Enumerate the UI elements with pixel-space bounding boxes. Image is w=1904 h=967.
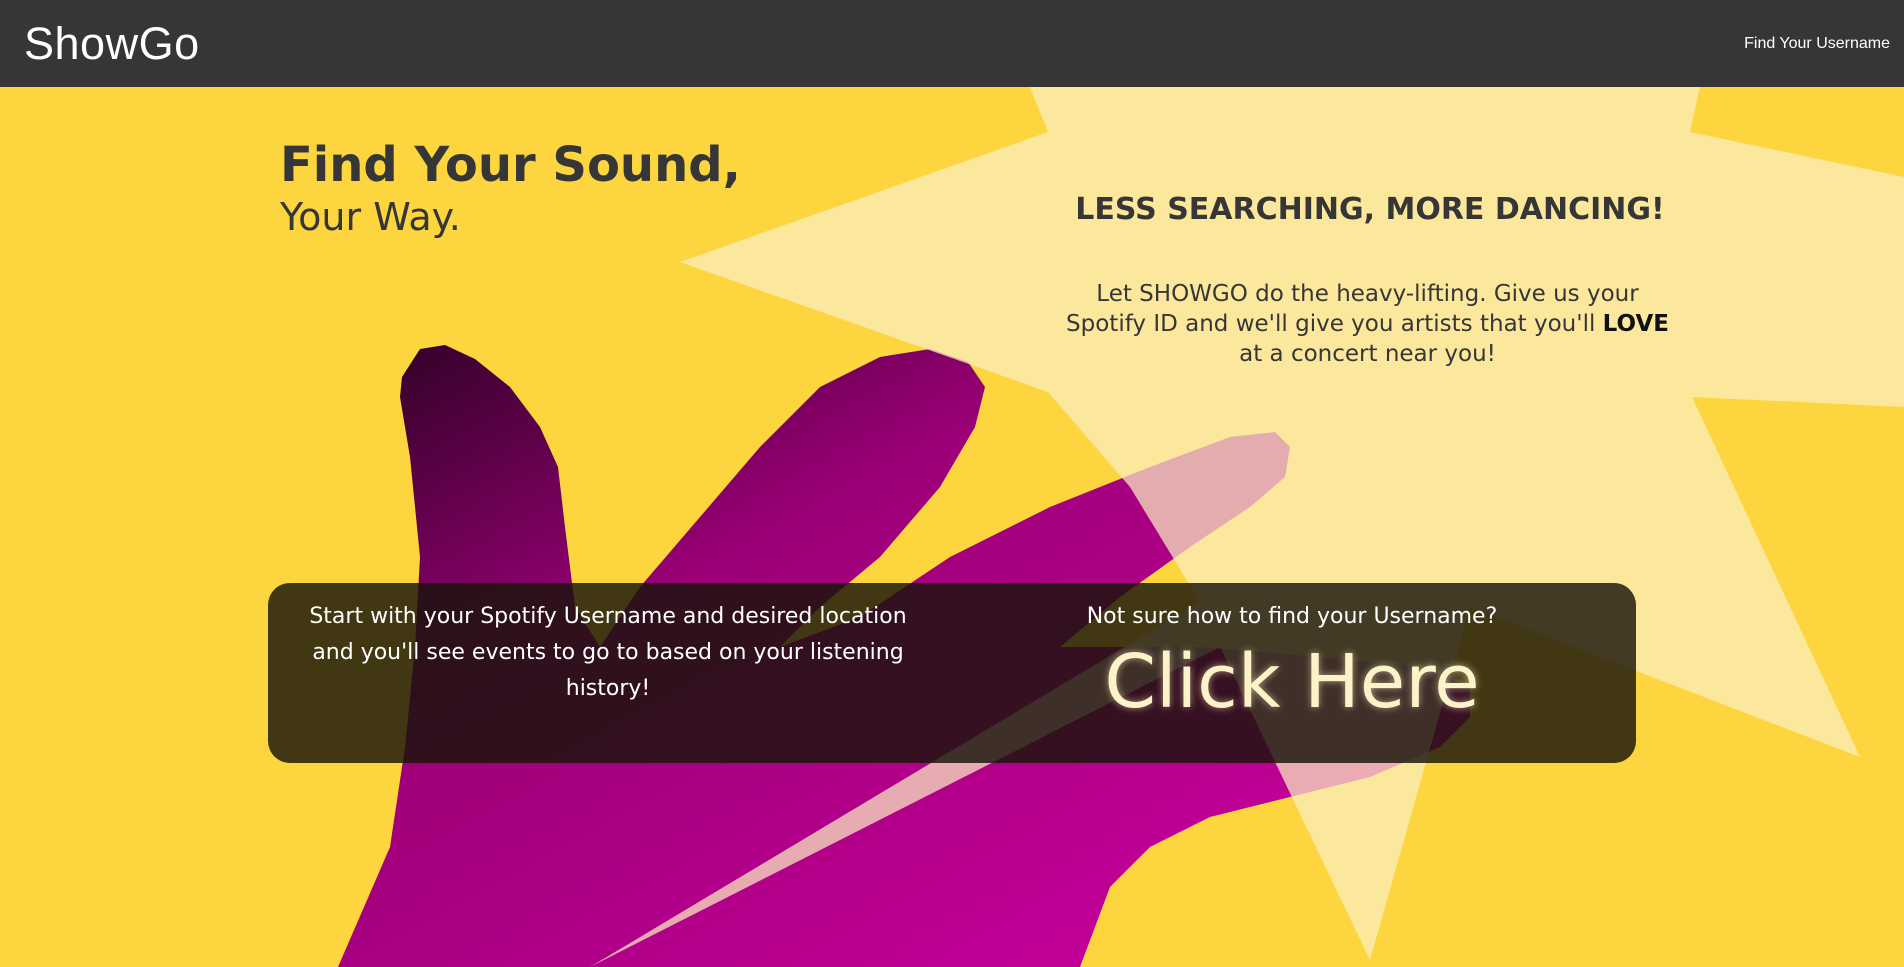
hero-headline: Find Your Sound, Your Way.: [280, 137, 741, 241]
cta-help-text: Not sure how to find your Username?: [1086, 604, 1498, 629]
pitch-paragraph: Let SHOWGO do the heavy-lifting. Give us…: [1055, 279, 1680, 369]
cta-panel: Start with your Spotify Username and des…: [268, 583, 1636, 763]
hero-section: Find Your Sound, Your Way. LESS SEARCHIN…: [0, 87, 1904, 967]
click-here-link[interactable]: Click Here: [1104, 639, 1479, 725]
pitch-text-before: Let SHOWGO do the heavy-lifting. Give us…: [1066, 281, 1639, 337]
headline-sub-text: Your Way.: [280, 195, 461, 239]
find-username-nav-link[interactable]: Find Your Username: [1744, 35, 1890, 53]
pitch-emphasis-love: LOVE: [1602, 311, 1669, 337]
top-navbar: ShowGo Find Your Username: [0, 0, 1904, 87]
pitch-text-after: at a concert near you!: [1239, 341, 1496, 367]
brand-logo-link[interactable]: ShowGo: [24, 18, 200, 70]
cta-help-column: Not sure how to find your Username? Clic…: [948, 583, 1636, 763]
cta-intro-text: Start with your Spotify Username and des…: [309, 604, 907, 701]
tagline-heading: LESS SEARCHING, MORE DANCING!: [1075, 192, 1665, 227]
headline-main-text: Find Your Sound,: [280, 137, 741, 193]
